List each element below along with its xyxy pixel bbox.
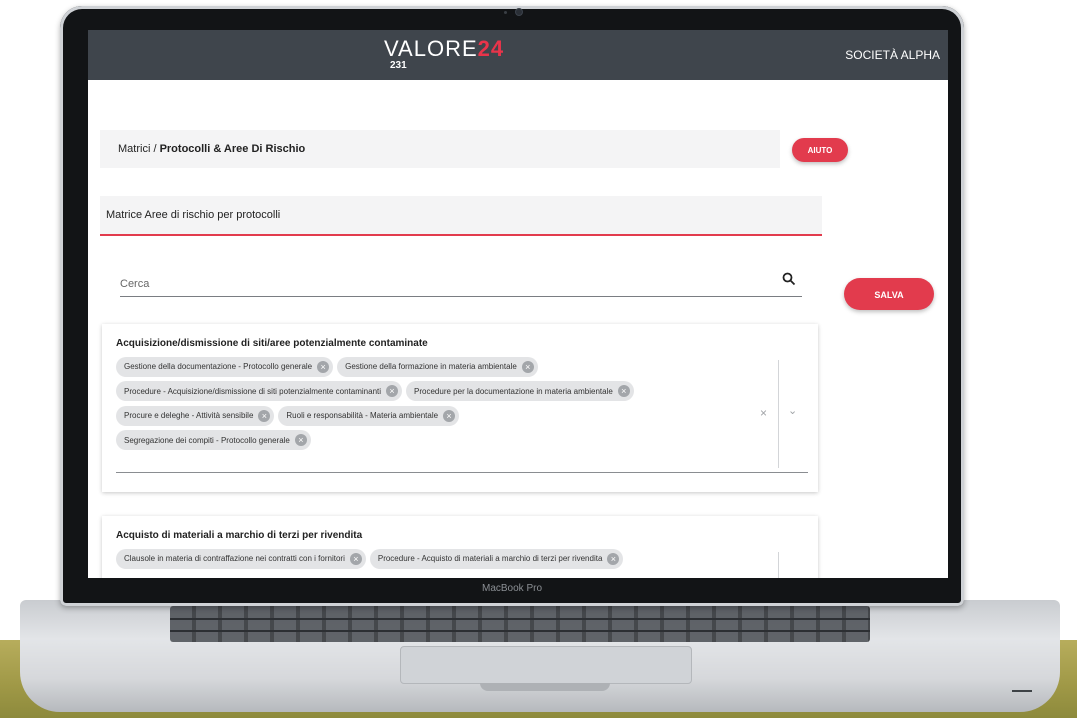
risk-area-card: Acquisto di materiali a marchio di terzi… <box>102 516 818 578</box>
remove-chip-icon[interactable]: × <box>349 552 362 565</box>
chip-label: Procure e deleghe - Attività sensibile <box>124 411 254 420</box>
brand-accent: 24 <box>477 36 505 61</box>
trackpad <box>400 646 692 684</box>
risk-area-card: Acquisizione/dismissione di siti/aree po… <box>102 324 818 492</box>
chip-label: Gestione della formazione in materia amb… <box>345 362 517 371</box>
brand-main: VALORE <box>384 36 478 61</box>
protocol-chip[interactable]: Segregazione dei compiti - Protocollo ge… <box>116 430 311 450</box>
protocol-chip[interactable]: Procedure - Acquisizione/dismissione di … <box>116 381 403 401</box>
search-field[interactable]: Cerca <box>120 268 802 297</box>
section-header: Matrice Aree di rischio per protocolli <box>100 196 822 236</box>
select-divider <box>778 360 779 468</box>
protocol-chip[interactable]: Procedure - Acquisto di materiali a marc… <box>369 548 624 569</box>
camera-icon <box>516 9 522 15</box>
remove-chip-icon[interactable]: × <box>386 385 399 397</box>
select-underline <box>116 472 808 473</box>
clear-all-icon[interactable]: × <box>760 406 767 420</box>
breadcrumb-parent[interactable]: Matrici / <box>118 143 157 155</box>
front-notch <box>480 683 610 691</box>
help-button[interactable]: AIUTO <box>792 138 848 162</box>
protocol-chips: Gestione della documentazione - Protocol… <box>116 356 766 454</box>
device-label: MacBook Pro <box>481 583 543 594</box>
protocol-chip[interactable]: Procure e deleghe - Attività sensibile × <box>116 405 275 426</box>
company-name[interactable]: SOCIETÀ ALPHA <box>845 48 940 62</box>
protocol-chip[interactable]: Ruoli e responsabilità - Materia ambient… <box>278 405 460 426</box>
chip-label: Procedure - Acquisto di materiali a marc… <box>377 554 603 563</box>
keyboard-row-gap <box>170 630 870 632</box>
screen: VALORE24 231 SOCIETÀ ALPHA Matrici / Pro… <box>88 30 948 578</box>
card-title: Acquisizione/dismissione di siti/aree po… <box>116 338 428 349</box>
breadcrumb-current: Protocolli & Aree Di Rischio <box>159 143 306 155</box>
protocol-chip[interactable]: Gestione della documentazione - Protocol… <box>116 356 334 377</box>
chevron-down-icon[interactable]: ⌄ <box>788 404 797 417</box>
breadcrumb-text: Matrici / Protocolli & Aree Di Rischio <box>118 143 305 155</box>
chip-label: Procedure - Acquisizione/dismissione di … <box>124 386 382 396</box>
brand-logo[interactable]: VALORE24 <box>384 36 504 62</box>
status-led <box>1012 690 1032 692</box>
search-input[interactable]: Cerca <box>120 278 149 290</box>
search-icon[interactable] <box>782 272 796 286</box>
breadcrumb: Matrici / Protocolli & Aree Di Rischio <box>100 130 780 168</box>
remove-chip-icon[interactable]: × <box>607 552 620 565</box>
chip-label: Segregazione dei compiti - Protocollo ge… <box>124 435 290 445</box>
keyboard <box>170 606 870 642</box>
protocol-chip[interactable]: Gestione della formazione in materia amb… <box>337 356 538 377</box>
remove-chip-icon[interactable]: × <box>294 434 307 446</box>
card-title: Acquisto di materiali a marchio di terzi… <box>116 530 363 541</box>
brand-sub: 231 <box>390 60 407 71</box>
protocol-chips: Clausole in materia di contraffazione ne… <box>116 548 766 573</box>
select-divider <box>778 552 779 578</box>
remove-chip-icon[interactable]: × <box>617 385 630 397</box>
protocol-chip[interactable]: Clausole in materia di contraffazione ne… <box>116 548 366 569</box>
chip-label: Ruoli e responsabilità - Materia ambient… <box>286 411 439 420</box>
keyboard-row-gap <box>170 618 870 620</box>
section-title: Matrice Aree di rischio per protocolli <box>106 209 281 221</box>
chip-label: Procedure per la documentazione in mater… <box>414 386 613 396</box>
chip-label: Gestione della documentazione - Protocol… <box>124 362 313 371</box>
camera-sensor <box>504 11 507 14</box>
chip-label: Clausole in materia di contraffazione ne… <box>124 554 345 563</box>
remove-chip-icon[interactable]: × <box>521 360 534 373</box>
remove-chip-icon[interactable]: × <box>258 409 271 422</box>
app-header: VALORE24 231 SOCIETÀ ALPHA <box>88 30 948 80</box>
protocol-chip[interactable]: Procedure per la documentazione in mater… <box>406 381 634 401</box>
remove-chip-icon[interactable]: × <box>443 409 456 422</box>
remove-chip-icon[interactable]: × <box>317 360 330 373</box>
save-button[interactable]: SALVA <box>844 278 934 310</box>
